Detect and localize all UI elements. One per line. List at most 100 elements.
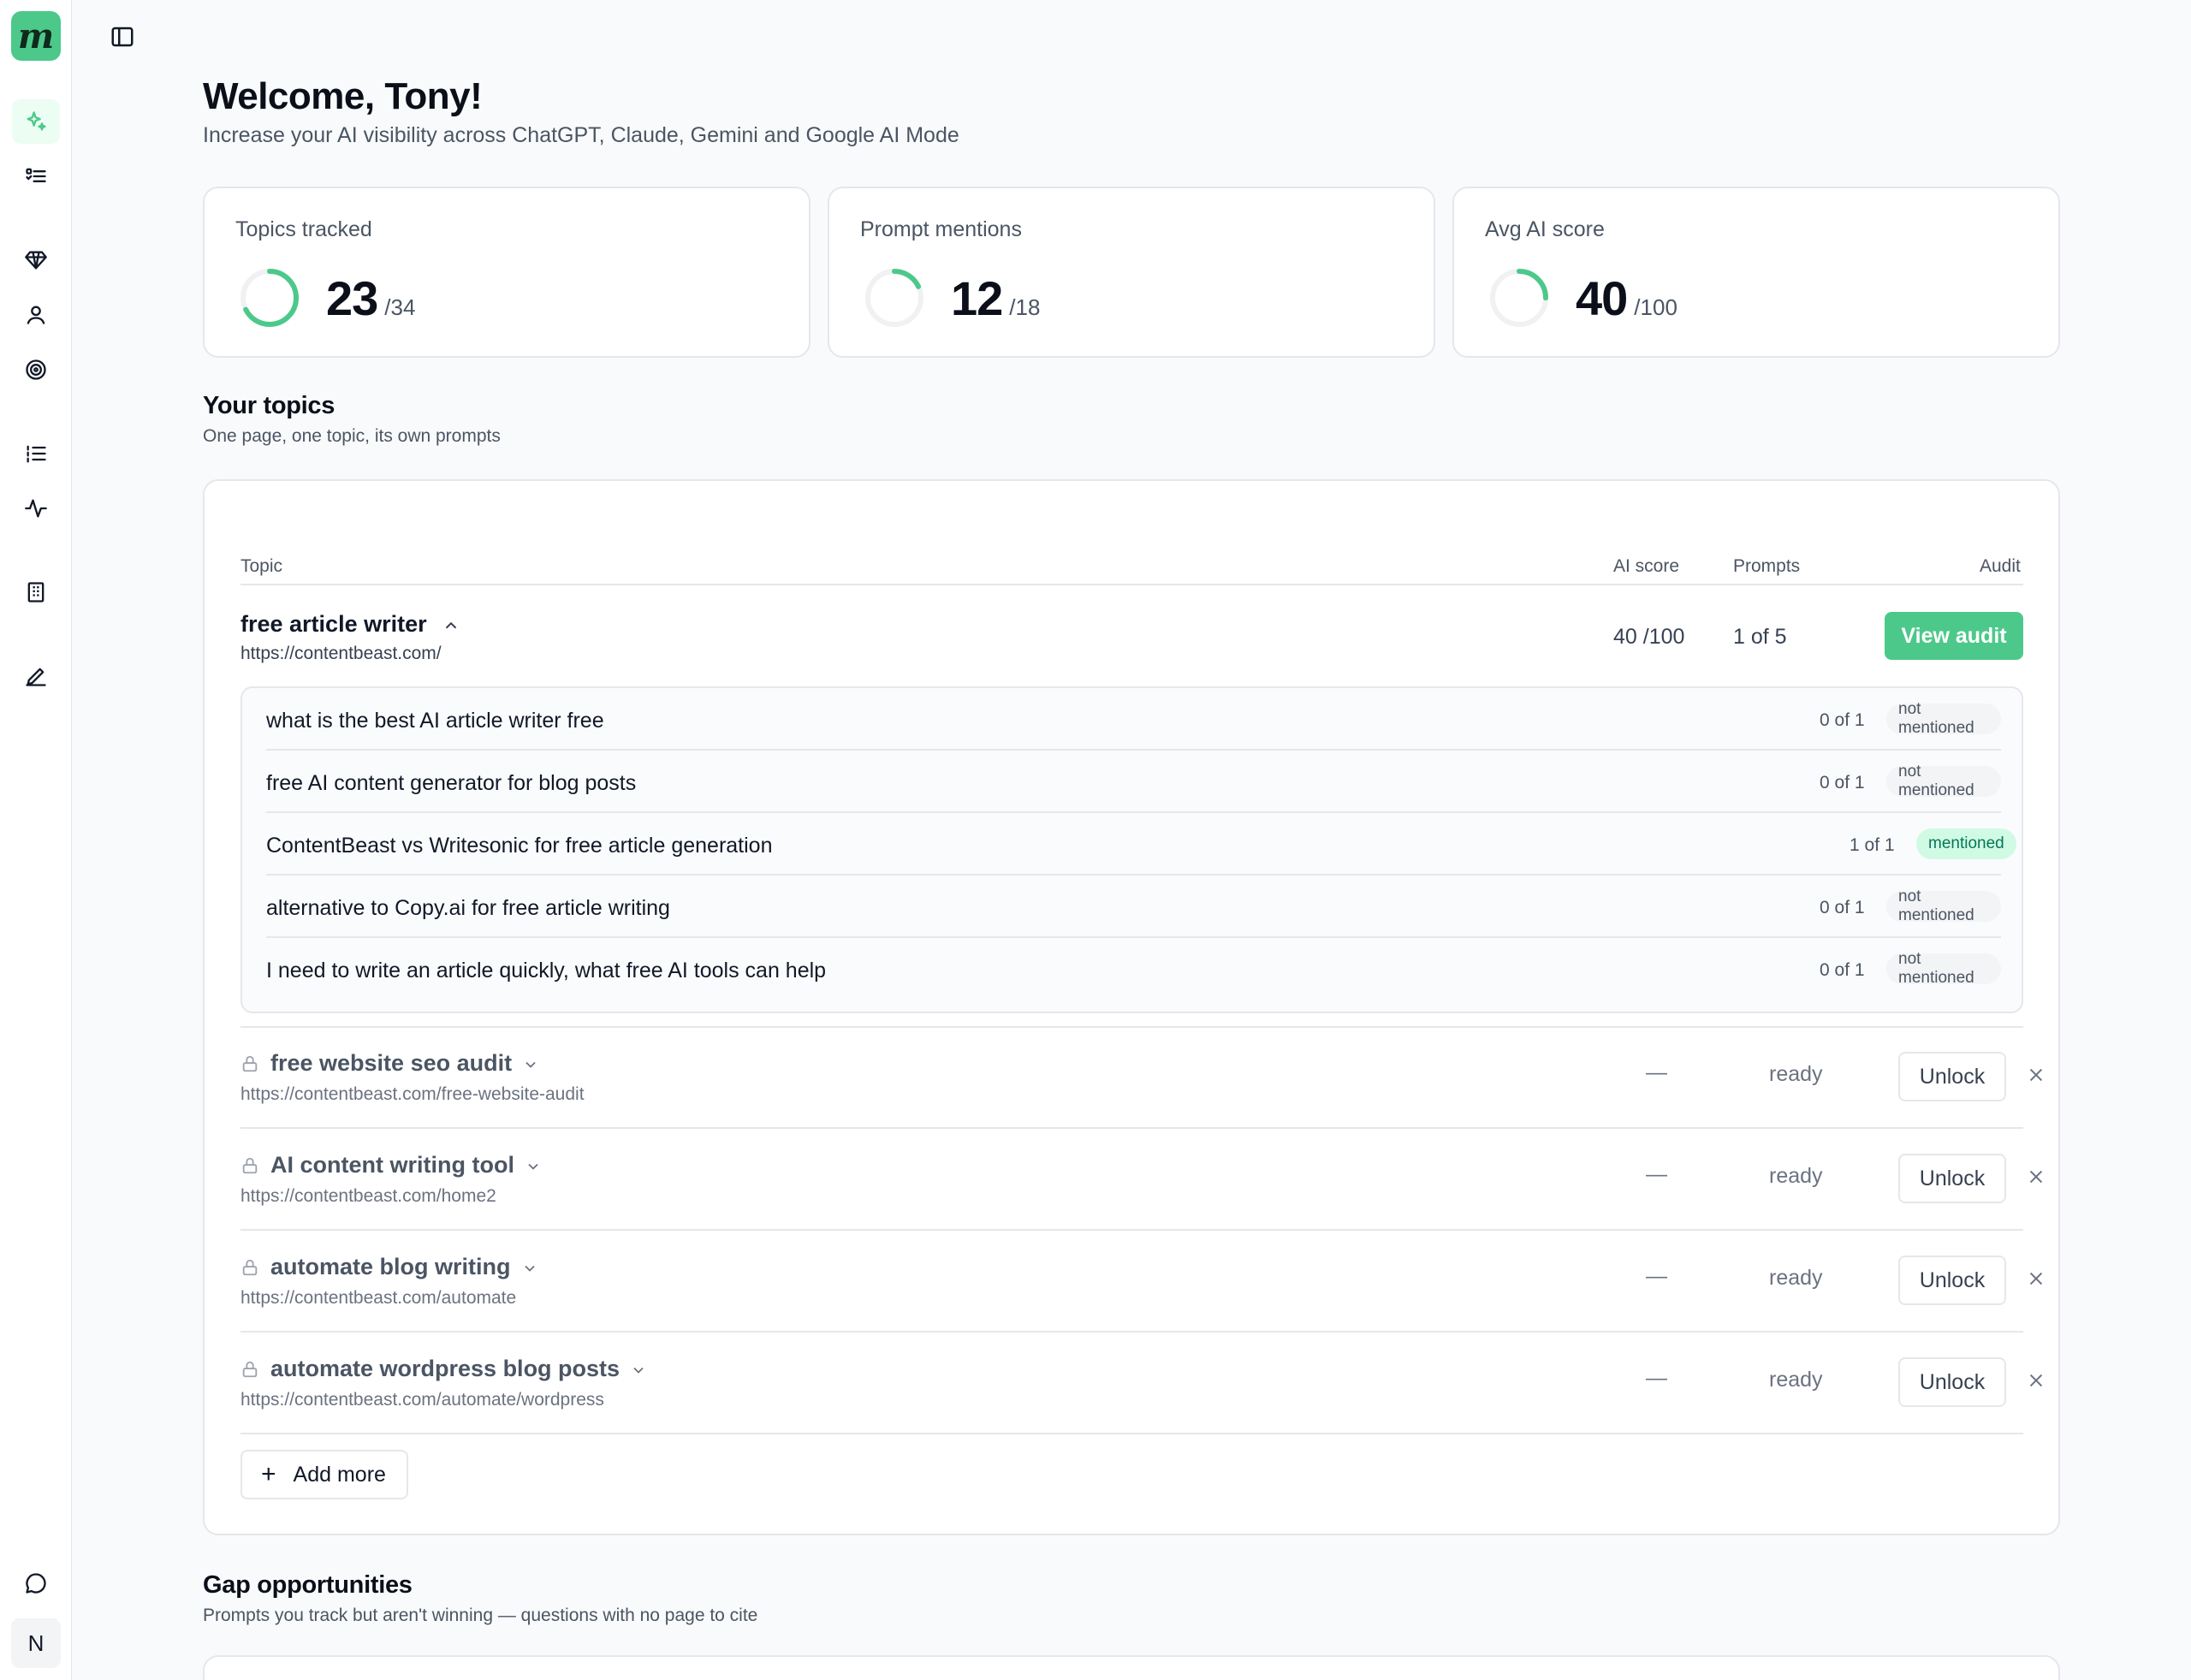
- chevron-down-icon[interactable]: [521, 1260, 538, 1277]
- divider: [240, 1229, 2023, 1231]
- locked-topic-row[interactable]: free website seo audit https://contentbe…: [240, 1028, 2043, 1129]
- stat-card-mentions: Prompt mentions 12/18: [828, 187, 1435, 358]
- topic-title[interactable]: free website seo audit: [270, 1050, 539, 1077]
- column-header-score: AI score: [1613, 556, 1680, 576]
- prompt-count: 0 of 1: [1820, 898, 1865, 917]
- chevron-up-icon[interactable]: [442, 616, 460, 635]
- plus-icon: +: [261, 1460, 276, 1488]
- topic-status: ready: [1769, 1368, 1823, 1392]
- app-logo[interactable]: m: [11, 11, 61, 61]
- prompt-count: 0 of 1: [1820, 960, 1865, 980]
- diamond-icon: [25, 251, 47, 270]
- sidebar-toggle-icon[interactable]: [110, 24, 135, 50]
- lock-icon: [242, 1361, 258, 1378]
- topic-title[interactable]: automate wordpress blog posts: [270, 1356, 647, 1382]
- locked-topic-row[interactable]: AI content writing tool https://contentb…: [240, 1130, 2043, 1231]
- locked-topic-row[interactable]: automate wordpress blog posts https://co…: [240, 1333, 2043, 1434]
- prompt-list: what is the best AI article writer free …: [240, 686, 2023, 1013]
- divider: [240, 1331, 2023, 1333]
- prompt-row: free AI content generator for blog posts…: [266, 751, 2001, 813]
- prompt-row: ContentBeast vs Writesonic for free arti…: [266, 813, 2016, 876]
- chevron-down-icon[interactable]: [525, 1158, 542, 1175]
- unlock-button[interactable]: Unlock: [1898, 1357, 2006, 1407]
- status-badge: not mentioned: [1886, 763, 2001, 799]
- progress-ring: [1490, 269, 1548, 327]
- status-badge: not mentioned: [1886, 700, 2001, 737]
- user-icon: [27, 306, 45, 324]
- prompt-text: alternative to Copy.ai for free article …: [266, 896, 670, 920]
- prompt-text: what is the best AI article writer free: [266, 709, 604, 733]
- section-subtitle-gaps: Prompts you track but aren't winning — q…: [203, 1606, 758, 1625]
- sidebar-item-list[interactable]: [12, 431, 60, 476]
- topic-url: https://contentbeast.com/: [240, 644, 442, 663]
- sidebar-item-chat[interactable]: [12, 1561, 60, 1606]
- topic-status: ready: [1769, 1266, 1823, 1290]
- prompt-text: ContentBeast vs Writesonic for free arti…: [266, 834, 773, 858]
- sidebar-item-target[interactable]: [12, 347, 60, 392]
- lock-icon: [242, 1055, 258, 1072]
- stat-label: Avg AI score: [1485, 217, 1605, 241]
- prompt-row: I need to write an article quickly, what…: [266, 938, 2001, 1000]
- unlock-button[interactable]: Unlock: [1898, 1256, 2006, 1305]
- chevron-down-icon[interactable]: [522, 1056, 539, 1073]
- progress-ring: [240, 269, 299, 327]
- sparkle-icon: [27, 111, 46, 131]
- close-icon[interactable]: [2027, 1167, 2046, 1186]
- add-more-button[interactable]: + Add more: [240, 1450, 408, 1499]
- sidebar-item-sparkle[interactable]: [12, 99, 60, 144]
- topic-title[interactable]: AI content writing tool: [270, 1152, 542, 1178]
- topic-title-expanded[interactable]: free article writer: [240, 611, 460, 638]
- page-title: Welcome, Tony!: [203, 75, 483, 117]
- pen-icon: [26, 668, 46, 686]
- section-title-gaps: Gap opportunities: [203, 1571, 413, 1599]
- target-icon: [26, 359, 46, 380]
- topic-status: ready: [1769, 1062, 1823, 1086]
- sidebar: m N: [0, 0, 72, 1680]
- prompt-count: 0 of 1: [1820, 773, 1865, 793]
- gap-card: [203, 1655, 2060, 1680]
- stat-value: 12/18: [951, 271, 1041, 325]
- topic-prompts: 1 of 5: [1733, 625, 1787, 649]
- locked-topic-row[interactable]: automate blog writing https://contentbea…: [240, 1232, 2043, 1333]
- sidebar-item-user[interactable]: [12, 293, 60, 337]
- status-badge: mentioned: [1916, 828, 2016, 859]
- topic-score: —: [1646, 1162, 1667, 1186]
- topic-title[interactable]: automate blog writing: [270, 1254, 538, 1280]
- stat-value: 40/100: [1576, 271, 1677, 325]
- sidebar-item-pen[interactable]: [12, 654, 60, 698]
- stat-card-topics: Topics tracked 23/34: [203, 187, 810, 358]
- topics-card: Topic AI score Prompts Audit free articl…: [203, 479, 2060, 1535]
- sidebar-item-activity[interactable]: [12, 486, 60, 531]
- close-icon[interactable]: [2027, 1269, 2046, 1288]
- stat-value: 23/34: [326, 271, 416, 325]
- section-subtitle-topics: One page, one topic, its own prompts: [203, 426, 501, 446]
- sidebar-item-diamond[interactable]: [12, 238, 60, 282]
- view-audit-button[interactable]: View audit: [1885, 612, 2023, 660]
- topic-status: ready: [1769, 1164, 1823, 1188]
- avatar[interactable]: N: [11, 1618, 61, 1668]
- topic-score: —: [1646, 1366, 1667, 1390]
- list-ordered-icon: [27, 445, 46, 463]
- status-badge: not mentioned: [1886, 950, 2001, 987]
- column-header-audit: Audit: [1980, 556, 2021, 576]
- page-subtitle: Increase your AI visibility across ChatG…: [203, 123, 959, 147]
- chevron-down-icon[interactable]: [630, 1362, 647, 1379]
- prompt-row: what is the best AI article writer free …: [266, 688, 2001, 751]
- topic-score: —: [1646, 1264, 1667, 1288]
- divider: [240, 584, 2023, 585]
- prompt-row: alternative to Copy.ai for free article …: [266, 876, 2001, 938]
- section-title-topics: Your topics: [203, 392, 335, 419]
- column-header-prompts: Prompts: [1733, 556, 1801, 576]
- prompt-text: free AI content generator for blog posts: [266, 771, 637, 795]
- sidebar-item-checklist[interactable]: [12, 154, 60, 199]
- divider: [240, 1127, 2023, 1129]
- unlock-button[interactable]: Unlock: [1898, 1052, 2006, 1101]
- close-icon[interactable]: [2027, 1371, 2046, 1390]
- close-icon[interactable]: [2027, 1066, 2046, 1084]
- topic-score: 40 /100: [1613, 625, 1685, 649]
- stat-label: Prompt mentions: [860, 217, 1022, 241]
- prompt-count: 0 of 1: [1820, 710, 1865, 730]
- sidebar-item-building[interactable]: [12, 570, 60, 614]
- lock-icon: [242, 1157, 258, 1174]
- unlock-button[interactable]: Unlock: [1898, 1154, 2006, 1203]
